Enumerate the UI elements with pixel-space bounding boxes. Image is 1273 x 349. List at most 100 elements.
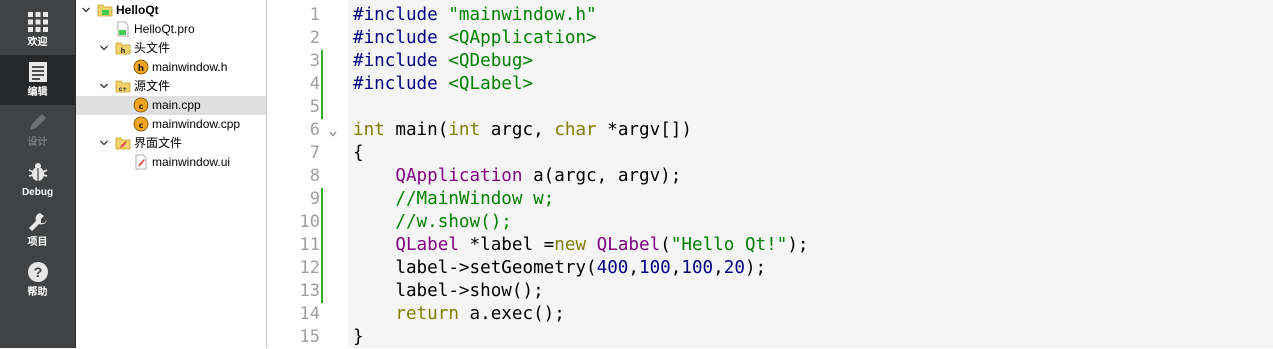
svg-text:c: c — [139, 102, 144, 111]
tree-item-label: main.cpp — [152, 98, 201, 112]
tree-item[interactable]: c+ 源文件 — [76, 77, 266, 96]
mode-bug-button[interactable]: Debug — [0, 155, 75, 205]
line-number: 12 — [299, 258, 320, 278]
line-number: 11 — [299, 235, 320, 255]
tree-item-label: 头文件 — [134, 41, 171, 55]
svg-text:?: ? — [33, 264, 42, 280]
tree-item[interactable]: 界面文件 — [76, 134, 266, 153]
line-number: 6 — [309, 120, 320, 140]
code-line[interactable]: { — [353, 142, 364, 165]
code-line[interactable]: QApplication a(argc, argv); — [353, 165, 681, 188]
mode-bar: 欢迎编辑设计 Debug 项目? 帮助 — [0, 0, 75, 348]
code-token: "Hello Qt!" — [670, 235, 788, 255]
code-token: , — [670, 258, 682, 278]
ui-file-icon — [133, 154, 149, 170]
tree-item[interactable]: HelloQt.pro — [76, 20, 266, 39]
mode-label: 欢迎 — [27, 37, 48, 48]
tree-item-label: mainwindow.h — [152, 60, 228, 74]
tree-item[interactable]: mainwindow.ui — [76, 153, 266, 172]
project-tree: HelloQt HelloQt.pro h 头文件 h mainwindow.h c+ 源文件… — [76, 0, 266, 348]
svg-text:c+: c+ — [119, 86, 128, 93]
code-token: #include — [353, 28, 449, 48]
line-number: 1 — [309, 5, 320, 25]
code-token: 400 — [596, 258, 629, 278]
tree-item[interactable]: h 头文件 — [76, 39, 266, 58]
qt-project-icon — [97, 2, 113, 18]
line-number: 7 — [309, 143, 320, 163]
tree-item[interactable]: c main.cpp — [76, 96, 266, 115]
line-number: 2 — [309, 28, 320, 48]
chevron-down-icon[interactable] — [99, 43, 109, 53]
tree-item-label: mainwindow.ui — [152, 155, 231, 169]
header-folder-icon: h — [115, 40, 131, 56]
line-number: 10 — [299, 212, 320, 232]
code-token: QApplication — [395, 166, 523, 186]
forms-folder-icon — [115, 135, 131, 151]
code-token: int — [353, 120, 385, 140]
code-token: QLabel — [596, 235, 661, 255]
code-token: ); — [787, 235, 809, 255]
code-line[interactable]: #include <QLabel> — [353, 73, 533, 96]
tree-item-label: mainwindow.cpp — [152, 117, 241, 131]
code-line[interactable]: } — [353, 326, 364, 349]
code-token: 100 — [639, 258, 671, 278]
svg-text:h: h — [121, 47, 126, 55]
line-number: 5 — [309, 97, 320, 117]
code-token: return — [395, 304, 459, 324]
code-line[interactable]: #include <QDebug> — [353, 50, 533, 73]
code-token: argc, — [480, 120, 555, 140]
code-token: label->setGeometry( — [353, 258, 597, 278]
code-editor[interactable]: #include "mainwindow.h" #include <QApplic… — [348, 0, 1273, 348]
tree-item-label: HelloQt.pro — [134, 22, 195, 36]
code-token: #include — [353, 74, 449, 94]
code-line[interactable]: label->setGeometry(400,100,100,20); — [353, 257, 766, 280]
code-line[interactable]: //w.show(); — [353, 211, 512, 234]
code-token: main( — [384, 120, 449, 140]
code-token: { — [353, 143, 364, 163]
mode-grid-button[interactable]: 欢迎 — [0, 5, 75, 55]
mode-document-button[interactable]: 编辑 — [0, 55, 75, 105]
wrench-icon — [25, 209, 51, 235]
document-icon — [25, 59, 51, 85]
chevron-down-icon[interactable] — [81, 5, 91, 15]
tree-item[interactable]: HelloQt — [76, 1, 266, 20]
code-token: ( — [660, 235, 671, 255]
code-token: 20 — [723, 258, 745, 278]
code-line[interactable]: int main(int argc, char *argv[]) — [353, 119, 692, 142]
fold-arrow-icon[interactable] — [328, 126, 338, 137]
mode-pencil-button[interactable]: 设计 — [0, 105, 75, 155]
source-folder-icon: c+ — [115, 78, 131, 94]
code-token: new — [554, 235, 587, 255]
code-line[interactable]: return a.exec(); — [353, 303, 565, 326]
code-line[interactable]: //MainWindow w; — [353, 188, 554, 211]
svg-text:c: c — [139, 121, 144, 130]
chevron-down-icon[interactable] — [99, 138, 109, 148]
code-token: QLabel — [395, 235, 459, 255]
code-token: <QDebug> — [448, 51, 534, 71]
code-line[interactable]: label->show(); — [353, 280, 544, 303]
mode-help-button[interactable]: ? 帮助 — [0, 255, 75, 305]
bug-icon — [25, 159, 51, 185]
code-line[interactable]: #include <QApplication> — [353, 27, 597, 50]
code-token: <QLabel> — [448, 74, 534, 94]
code-line[interactable]: QLabel *label =new QLabel("Hello Qt!"); — [353, 234, 809, 257]
mode-label: 编辑 — [27, 87, 48, 98]
code-token: a(argc, argv); — [522, 166, 682, 186]
code-token: #include — [353, 5, 449, 25]
mode-label: Debug — [21, 187, 54, 198]
code-token: 100 — [681, 258, 714, 278]
mode-label: 设计 — [27, 137, 48, 148]
tree-item[interactable]: c mainwindow.cpp — [76, 115, 266, 134]
mode-wrench-button[interactable]: 项目 — [0, 205, 75, 255]
tree-item[interactable]: h mainwindow.h — [76, 58, 266, 77]
chevron-down-icon[interactable] — [99, 81, 109, 91]
code-token: *argv[]) — [596, 120, 692, 140]
code-line[interactable]: #include "mainwindow.h" — [353, 4, 597, 27]
code-token: } — [353, 327, 364, 347]
line-number: 8 — [309, 166, 320, 186]
code-token: char — [554, 120, 597, 140]
code-token: label->show(); — [353, 281, 544, 301]
